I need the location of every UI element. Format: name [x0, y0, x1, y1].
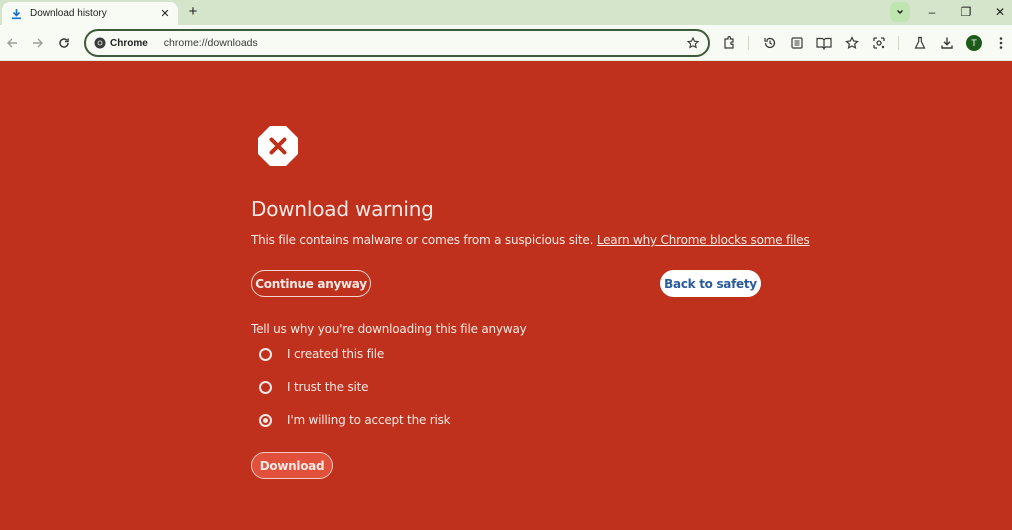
reason-prompt: Tell us why you're downloading this file… — [251, 322, 527, 336]
close-window-button[interactable]: ✕ — [986, 3, 1012, 21]
bookmarks-icon[interactable] — [844, 35, 860, 51]
radio-button[interactable] — [259, 347, 272, 361]
chevron-down-icon — [896, 9, 904, 15]
continue-anyway-button[interactable]: Continue anyway — [251, 270, 371, 297]
tab-title: Download history — [30, 8, 107, 19]
radio-label: I trust the site — [287, 380, 369, 394]
extensions-icon[interactable] — [721, 35, 737, 51]
new-tab-button[interactable]: + — [184, 3, 202, 21]
chip-label: Chrome — [110, 37, 148, 49]
profile-avatar[interactable]: T — [966, 35, 982, 51]
reading-mode-icon[interactable] — [789, 35, 805, 51]
radio-button[interactable] — [259, 380, 272, 394]
back-to-safety-button[interactable]: Back to safety — [660, 270, 761, 297]
address-bar[interactable]: Chrome chrome://downloads — [84, 29, 710, 57]
dangerous-octagon-icon — [258, 126, 298, 166]
download-warning-page: Download warning This file contains malw… — [0, 61, 1012, 530]
bookmark-star-icon[interactable] — [686, 36, 700, 50]
downloads-icon[interactable] — [939, 35, 955, 51]
toolbar: Chrome chrome://downloads T — [0, 25, 1012, 61]
reload-icon — [59, 38, 69, 48]
toolbar-divider — [898, 36, 899, 50]
tab-download-history[interactable]: Download history ✕ — [2, 2, 178, 25]
site-info-chip[interactable]: Chrome — [94, 37, 148, 49]
forward-button[interactable] — [28, 33, 48, 53]
lens-icon[interactable] — [871, 35, 887, 51]
menu-kebab-icon[interactable] — [993, 35, 1009, 51]
tab-search-button[interactable] — [890, 2, 910, 22]
radio-label: I'm willing to accept the risk — [287, 413, 451, 427]
toolbar-divider — [748, 36, 749, 50]
reason-option-created-file[interactable]: I created this file — [259, 347, 384, 361]
reload-button[interactable] — [54, 33, 74, 53]
url-text[interactable]: chrome://downloads — [164, 37, 686, 49]
reason-option-accept-risk[interactable]: I'm willing to accept the risk — [259, 413, 451, 427]
arrow-right-icon — [33, 38, 43, 48]
history-icon[interactable] — [762, 35, 778, 51]
labs-flask-icon[interactable] — [912, 35, 928, 51]
arrow-left-icon — [7, 38, 17, 48]
reading-list-icon[interactable] — [816, 35, 832, 51]
minimize-button[interactable]: – — [918, 3, 946, 21]
learn-more-link[interactable]: Learn why Chrome blocks some files — [597, 233, 810, 247]
restore-button[interactable]: ❐ — [952, 3, 980, 21]
warning-description: This file contains malware or comes from… — [251, 233, 810, 247]
back-button[interactable] — [2, 33, 22, 53]
chrome-logo-icon — [94, 37, 106, 49]
description-text: This file contains malware or comes from… — [251, 233, 594, 247]
page-title: Download warning — [251, 197, 434, 221]
reason-option-trust-site[interactable]: I trust the site — [259, 380, 369, 394]
radio-button-selected[interactable] — [259, 413, 272, 427]
radio-label: I created this file — [287, 347, 385, 361]
tab-close-icon[interactable]: ✕ — [158, 7, 172, 20]
download-button[interactable]: Download — [251, 452, 333, 479]
download-icon — [10, 8, 22, 20]
tab-strip: Download history ✕ + – ❐ ✕ — [0, 0, 1012, 25]
